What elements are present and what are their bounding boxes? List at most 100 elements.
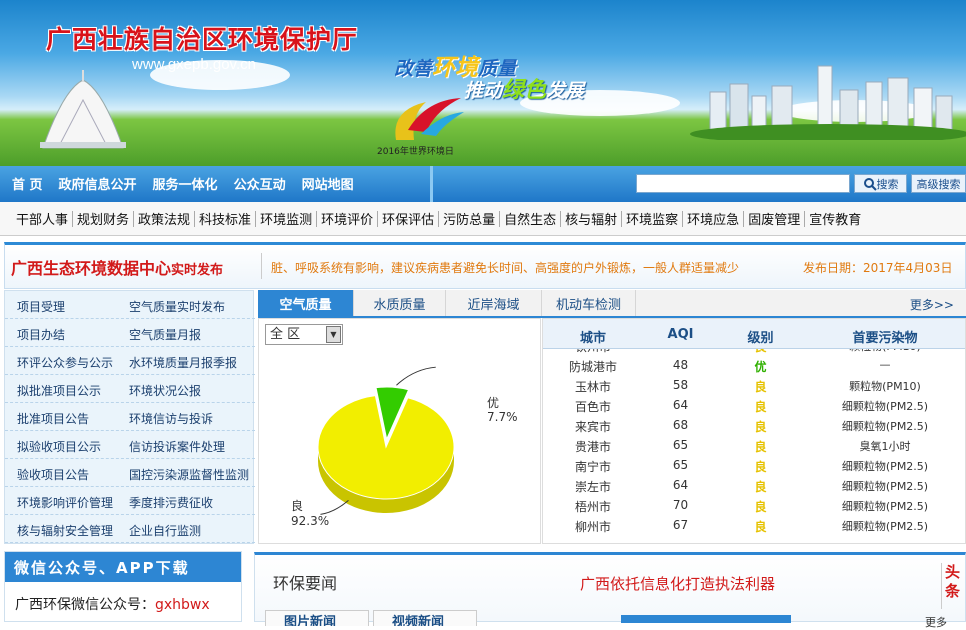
slogan-line-2: 推动绿色发展 bbox=[464, 78, 585, 103]
subnav-item[interactable]: 固废管理 bbox=[744, 209, 804, 228]
header-banner: 广西壮族自治区环境保护厅 www.gxepb.gov.cn 改善环境质量 推动绿… bbox=[0, 0, 966, 166]
subnav-item[interactable]: 环境监察 bbox=[622, 209, 682, 228]
left-menu-link[interactable]: 国控污染源监督性监测 bbox=[129, 466, 249, 483]
search-button-label: 搜索 bbox=[876, 177, 899, 191]
data-tabs: 空气质量 水质质量 近岸海域 机动车检测 更多>> bbox=[258, 290, 966, 318]
news-section: 环保要闻 广西依托信息化打造执法利器 头条 图片新闻 视频新闻 更多 bbox=[254, 552, 966, 629]
tab-water-quality[interactable]: 水质质量 bbox=[354, 290, 446, 316]
nav-services[interactable]: 服务一体化 bbox=[145, 174, 226, 193]
publish-date: 发布日期：2017年4月03日 bbox=[803, 261, 953, 275]
left-menu-link[interactable]: 环境状况公报 bbox=[129, 382, 201, 399]
subnav-item[interactable]: 规划财务 bbox=[73, 209, 133, 228]
left-menu-row: 拟批准项目公示 环境状况公报 bbox=[5, 375, 255, 403]
search-input[interactable] bbox=[636, 174, 850, 193]
left-menu-link[interactable]: 拟验收项目公示 bbox=[17, 438, 101, 455]
cell-pollutant: 细颗粒物(PM2.5) bbox=[841, 500, 929, 513]
col-city: 城市 bbox=[579, 331, 606, 346]
subnav-item[interactable]: 环境监测 bbox=[256, 209, 316, 228]
data-center-title: 广西生态环境数据中心实时发布 bbox=[11, 259, 224, 278]
tab-coastal-waters[interactable]: 近岸海域 bbox=[446, 290, 542, 316]
subnav-item[interactable]: 环境评价 bbox=[317, 209, 377, 228]
headline-badge: 头条 bbox=[941, 563, 963, 609]
cell-city: 柳州市 bbox=[574, 520, 611, 534]
left-menu-link[interactable]: 拟批准项目公示 bbox=[17, 382, 101, 399]
site-url: www.gxepb.gov.cn bbox=[132, 56, 256, 73]
cell-aqi: 70 bbox=[672, 498, 689, 512]
city-skyline-icon bbox=[690, 65, 966, 140]
cell-level: 良 bbox=[754, 380, 767, 394]
health-advice-marquee: 脏、呼吸系统有影响，建议疾病患者避免长时间、高强度的户外锻炼，一般人群适量减少 bbox=[271, 261, 740, 275]
cell-pollutant: 细颗粒物(PM2.5) bbox=[841, 480, 929, 493]
cell-pollutant: 颗粒物(PM10) bbox=[803, 349, 965, 354]
nav-sitemap[interactable]: 网站地图 bbox=[294, 174, 362, 193]
subnav-item[interactable]: 政策法规 bbox=[134, 209, 194, 228]
cell-level: 良 bbox=[754, 420, 767, 434]
table-row: 柳州市 67 良 细颗粒物(PM2.5) bbox=[543, 515, 965, 535]
news-section-title: 环保要闻 bbox=[273, 574, 338, 593]
tab-vehicle-testing[interactable]: 机动车检测 bbox=[542, 290, 636, 316]
table-row: 玉林市 58 良 颗粒物(PM10) bbox=[543, 375, 965, 395]
headline-link[interactable]: 广西依托信息化打造执法利器 bbox=[580, 573, 775, 594]
left-service-menu: 项目受理 空气质量实时发布 项目办结 空气质量月报 环评公众参与公示 水环境质量月报季报拟… bbox=[4, 290, 255, 544]
left-menu-row: 项目办结 空气质量月报 bbox=[5, 319, 255, 347]
nav-interaction[interactable]: 公众互动 bbox=[226, 174, 294, 193]
subnav-item[interactable]: 核与辐射 bbox=[561, 209, 621, 228]
left-menu-link[interactable]: 环境影响评价管理 bbox=[17, 494, 113, 511]
cell-aqi: 65 bbox=[672, 458, 689, 472]
subnav-item[interactable]: 自然生态 bbox=[500, 209, 560, 228]
left-menu-link[interactable]: 验收项目公告 bbox=[17, 466, 89, 483]
tab-air-quality[interactable]: 空气质量 bbox=[258, 290, 354, 316]
col-level: 级别 bbox=[747, 331, 774, 346]
subnav-item[interactable]: 污防总量 bbox=[439, 209, 499, 228]
left-menu-link[interactable]: 企业自行监测 bbox=[129, 522, 201, 539]
cell-aqi: 58 bbox=[672, 378, 689, 392]
cell-level: 良 bbox=[754, 500, 767, 514]
table-row: 贵港市 65 良 臭氧1小时 bbox=[543, 435, 965, 455]
wechat-box-title: 微信公众号、APP下载 bbox=[5, 552, 241, 582]
left-menu-link[interactable]: 水环境质量月报季报 bbox=[129, 354, 237, 371]
cell-level: 良 bbox=[754, 520, 767, 534]
category-nav: 干部人事 规划财务 政策法规 科技标准 环境监测 环境评价 环保评估 污防总量 自然生态 核与辐射… bbox=[0, 202, 966, 236]
table-row: 来宾市 68 良 细颗粒物(PM2.5) bbox=[543, 415, 965, 435]
subnav-item[interactable]: 干部人事 bbox=[12, 209, 72, 228]
subnav-item[interactable]: 环境应急 bbox=[683, 209, 743, 228]
left-menu-link[interactable]: 空气质量月报 bbox=[129, 326, 201, 343]
left-menu-link[interactable]: 批准项目公告 bbox=[17, 410, 89, 427]
aqi-table-body[interactable]: 钦州市59良颗粒物(PM10)防城港市48优—玉林市58良颗粒物(PM10)百色… bbox=[543, 349, 965, 543]
cell-pollutant: 细颗粒物(PM2.5) bbox=[841, 420, 929, 433]
cell-level: 良 bbox=[754, 440, 767, 454]
tabs-more-link[interactable]: 更多>> bbox=[910, 296, 954, 313]
subnav-item[interactable]: 宣传教育 bbox=[805, 209, 865, 228]
left-menu-link[interactable]: 信访投诉案件处理 bbox=[129, 438, 225, 455]
subnav-item[interactable]: 环保评估 bbox=[378, 209, 438, 228]
left-menu-link[interactable]: 季度排污费征收 bbox=[129, 494, 213, 511]
tab-video-news[interactable]: 视频新闻 bbox=[373, 610, 477, 626]
tab-photo-news[interactable]: 图片新闻 bbox=[265, 610, 369, 626]
air-quality-chart-panel: 全 区 ▼ 优 7.7% 良 92.3% bbox=[258, 318, 541, 544]
subnav-item[interactable]: 科技标准 bbox=[195, 209, 255, 228]
cell-aqi: 65 bbox=[672, 438, 689, 452]
left-menu-link[interactable]: 项目受理 bbox=[17, 298, 65, 315]
search-button[interactable]: 搜索 bbox=[854, 174, 907, 193]
left-menu-link[interactable]: 核与辐射安全管理 bbox=[17, 522, 113, 539]
left-menu-row: 项目受理 空气质量实时发布 bbox=[5, 291, 255, 319]
table-row: 崇左市 64 良 细颗粒物(PM2.5) bbox=[543, 475, 965, 495]
pie-percent-good: 92.3% bbox=[291, 514, 330, 528]
left-menu-row: 环评公众参与公示 水环境质量月报季报 bbox=[5, 347, 255, 375]
pie-label-good: 良 bbox=[291, 499, 304, 513]
cell-pollutant: 细颗粒物(PM2.5) bbox=[841, 520, 929, 533]
left-menu-link[interactable]: 空气质量实时发布 bbox=[129, 298, 225, 315]
nav-gov-info[interactable]: 政府信息公开 bbox=[51, 174, 145, 193]
cell-city: 贵港市 bbox=[574, 440, 611, 454]
news-more-link[interactable]: 更多 bbox=[925, 614, 947, 630]
col-pollutant: 首要污染物 bbox=[852, 331, 918, 346]
advanced-search-button[interactable]: 高级搜索 bbox=[911, 174, 966, 193]
nav-home[interactable]: 首 页 bbox=[4, 174, 51, 193]
left-menu-link[interactable]: 项目办结 bbox=[17, 326, 65, 343]
cell-level: 良 bbox=[754, 400, 767, 414]
left-menu-link[interactable]: 环境信访与投诉 bbox=[129, 410, 213, 427]
nav-divider bbox=[430, 166, 433, 202]
cell-city: 防城港市 bbox=[568, 360, 617, 374]
cell-pollutant: 臭氧1小时 bbox=[859, 440, 911, 453]
left-menu-link[interactable]: 环评公众参与公示 bbox=[17, 354, 113, 371]
